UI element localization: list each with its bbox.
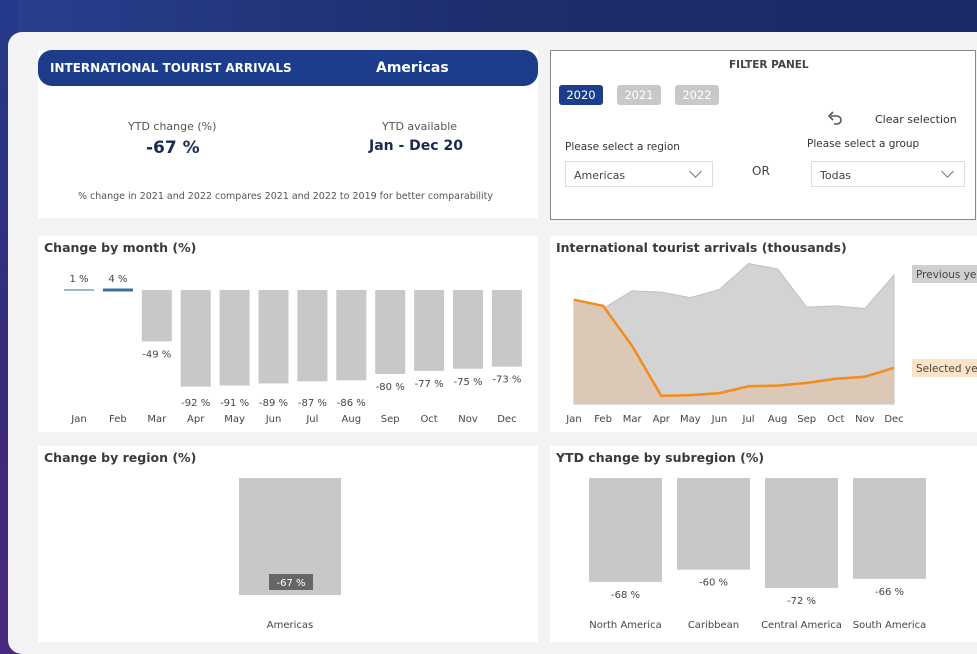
x-tick-label: Aug — [342, 414, 362, 425]
bar-label: -86 % — [337, 398, 366, 409]
bar-label: -87 % — [298, 398, 327, 409]
x-tick-label: Feb — [109, 414, 127, 425]
bar-label: -91 % — [220, 398, 249, 409]
x-tick-label: Dec — [497, 414, 516, 425]
legend-selected-year: Selected year — [916, 363, 977, 375]
region-select-value: Americas — [574, 169, 626, 182]
x-tick-label: Caribbean — [688, 620, 739, 631]
change-by-region-chart: -67 % Americas — [239, 478, 341, 631]
selected-region-title: Americas — [376, 60, 449, 76]
bar-label: -73 % — [492, 375, 521, 386]
x-tick-label: Nov — [855, 414, 875, 425]
x-tick-label: Jan — [70, 414, 86, 425]
x-tick-label: Jul — [742, 414, 755, 425]
dashboard-title: INTERNATIONAL TOURIST ARRIVALS — [50, 61, 292, 75]
x-tick-label: Americas — [267, 620, 313, 631]
month-bar — [219, 290, 250, 386]
top-banner — [0, 0, 977, 34]
year-button-2021[interactable]: 2021 — [617, 85, 661, 105]
x-tick-label: Mar — [623, 414, 643, 425]
month-bar — [258, 290, 289, 384]
month-bar — [180, 290, 211, 387]
month-bar — [453, 290, 483, 369]
subregion-card: YTD change by subregion (%) -68 % North A… — [550, 446, 977, 642]
subregion-bar — [589, 478, 662, 582]
month-bar — [336, 290, 367, 381]
x-tick-label: North America — [589, 620, 661, 631]
x-tick-label: South America — [853, 620, 927, 631]
or-separator: OR — [752, 164, 770, 178]
bar-label: -72 % — [787, 596, 816, 607]
group-select-value: Todas — [820, 169, 852, 182]
clear-selection-button[interactable]: Clear selection — [875, 113, 957, 126]
bar-label: 1 % — [69, 274, 88, 285]
subregion-bar — [677, 478, 750, 570]
bar-label: -77 % — [415, 379, 444, 390]
chevron-down-icon — [689, 165, 702, 178]
ytd-change-value: -67 % — [146, 138, 200, 158]
month-bar — [297, 290, 328, 382]
x-tick-label: Apr — [187, 414, 205, 425]
filter-panel: FILTER PANEL 2020 2021 2022 Clear select… — [550, 50, 976, 220]
legend-previous-year: Previous year — [916, 269, 977, 281]
subregion-bar — [853, 478, 926, 579]
comparability-note: % change in 2021 and 2022 compares 2021 … — [78, 191, 494, 202]
x-tick-label: Jan — [565, 414, 581, 425]
bar-label: -60 % — [699, 578, 728, 589]
change-by-month-card: Change by month (%) 1 % Jan 4 % Feb -49 % Mar… — [38, 236, 538, 432]
bar-label: -67 % — [276, 578, 305, 589]
year-button-2020[interactable]: 2020 — [559, 85, 603, 105]
bar-label: -68 % — [611, 590, 640, 601]
ytd-available-label: YTD available — [382, 120, 458, 133]
change-by-month-chart: 1 % Jan 4 % Feb -49 % Mar -92 % Apr -91 % May -89 … — [64, 274, 522, 425]
x-tick-label: Mar — [147, 414, 167, 425]
group-select-label: Please select a group — [807, 138, 920, 150]
bar-label: -66 % — [875, 587, 904, 598]
bar-label: -89 % — [259, 398, 288, 409]
x-tick-label: Sep — [381, 414, 400, 425]
group-select[interactable]: Todas — [811, 161, 965, 187]
bar-label: -80 % — [376, 382, 405, 393]
dashboard-canvas: INTERNATIONAL TOURIST ARRIVALS Americas … — [8, 32, 977, 654]
bar-label: 4 % — [108, 274, 127, 285]
subregion-chart: -68 % North America -60 % Caribbean -72 % Cen… — [589, 478, 927, 631]
x-tick-label: Jul — [305, 414, 318, 425]
change-by-region-card: Change by region (%) -67 % Americas — [38, 446, 538, 642]
x-tick-label: Oct — [827, 414, 844, 425]
region-select[interactable]: Americas — [565, 161, 713, 187]
filter-panel-title: FILTER PANEL — [729, 59, 809, 71]
x-tick-label: Oct — [420, 414, 437, 425]
subregion-bar — [765, 478, 838, 588]
month-bar — [414, 290, 445, 371]
x-tick-label: May — [224, 414, 245, 425]
x-tick-label: Feb — [594, 414, 612, 425]
title-bar: INTERNATIONAL TOURIST ARRIVALS Americas — [38, 50, 538, 86]
ytd-change-label: YTD change (%) — [128, 120, 217, 133]
undo-icon[interactable] — [825, 109, 845, 129]
month-bar — [375, 290, 406, 374]
arrivals-card: International tourist arrivals (thousand… — [550, 236, 977, 432]
bar-label: -75 % — [453, 377, 482, 388]
bar-label: -92 % — [181, 398, 210, 409]
x-tick-label: Apr — [653, 414, 671, 425]
x-tick-label: Jun — [265, 414, 282, 425]
x-tick-label: Jun — [711, 414, 728, 425]
kpi-card: INTERNATIONAL TOURIST ARRIVALS Americas … — [38, 50, 538, 218]
x-tick-label: Central America — [761, 620, 842, 631]
month-bar — [491, 290, 522, 367]
x-tick-label: Sep — [797, 414, 816, 425]
chevron-down-icon — [941, 165, 954, 178]
ytd-available-value: Jan - Dec 20 — [369, 138, 463, 154]
x-tick-label: Aug — [768, 414, 788, 425]
x-tick-label: Dec — [884, 414, 903, 425]
month-bar — [141, 290, 172, 342]
year-button-2022[interactable]: 2022 — [675, 85, 719, 105]
arrivals-chart: Jan Feb Mar Apr May Jun Jul Aug Sep Oct Nov Dec Prev… — [565, 263, 977, 425]
x-tick-label: May — [680, 414, 701, 425]
x-tick-label: Nov — [458, 414, 478, 425]
region-select-label: Please select a region — [565, 141, 680, 153]
bar-label: -49 % — [142, 349, 171, 360]
